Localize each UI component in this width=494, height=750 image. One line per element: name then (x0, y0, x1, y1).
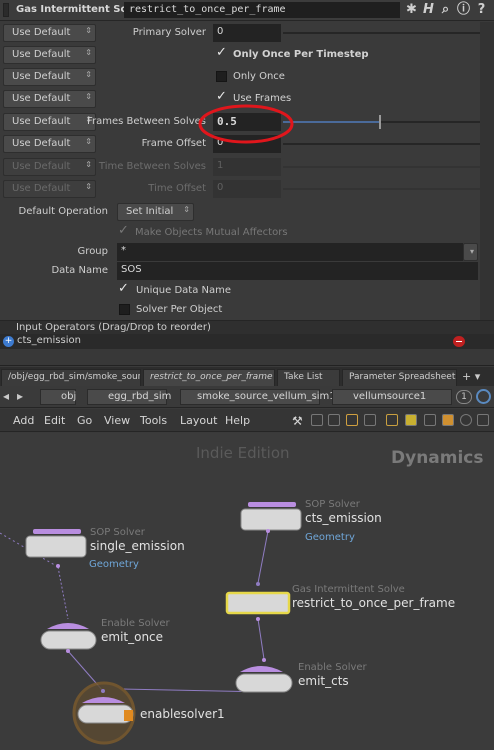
node-type-cts-emission: SOP Solver (305, 499, 360, 510)
menu-tools[interactable]: Tools (140, 414, 167, 427)
flag-icon[interactable] (442, 414, 454, 426)
node-flag (47, 623, 89, 629)
node-body (235, 673, 293, 693)
node-name-restrict[interactable]: restrict_to_once_per_frame (292, 596, 455, 610)
tab-take-list[interactable]: Take List (277, 369, 340, 386)
path-crumb-vellumsource[interactable]: vellumsource1 (332, 389, 452, 405)
menu-go[interactable]: Go (77, 414, 92, 427)
crumb-label: vellumsource1 (353, 391, 427, 402)
path-crumb-smoke-source[interactable]: smoke_source_vellum_sim1 (180, 389, 336, 405)
path-crumb-obj[interactable]: obj (40, 389, 76, 405)
add-tab-icon[interactable]: + ▾ (462, 370, 480, 383)
tab-parameters[interactable]: restrict_to_once_per_frame (143, 369, 275, 386)
crumb-label: obj (61, 391, 77, 402)
remove-icon[interactable] (453, 336, 465, 347)
node-name-emit-cts[interactable]: emit_cts (298, 674, 349, 688)
node-name-single-emission[interactable]: single_emission (90, 539, 185, 553)
node-body (25, 535, 87, 558)
crumb-label: egg_rbd_sim (108, 391, 172, 402)
node-flag (33, 529, 81, 534)
node-type-emit-cts: Enable Solver (298, 662, 367, 673)
palette-icon[interactable] (424, 414, 436, 426)
camera-icon[interactable] (477, 414, 489, 426)
input-dot (101, 689, 105, 693)
output-dot (66, 649, 70, 653)
menu-help[interactable]: Help (225, 414, 250, 427)
node-name-enablesolver1[interactable]: enablesolver1 (140, 707, 225, 721)
input-operators-title: Input Operators (Drag/Drop to reorder) (16, 322, 211, 333)
node-type-emit-once: Enable Solver (101, 618, 170, 629)
output-dot (266, 529, 270, 533)
output-dot (56, 564, 60, 568)
back-icon[interactable]: ◂ (3, 389, 9, 403)
path-crumb-egg-rbd-sim[interactable]: egg_rbd_sim (87, 389, 171, 405)
pane-tab-bar: /obj/egg_rbd_sim/smoke_sour... restrict_… (0, 367, 494, 386)
forward-icon[interactable]: ▸ (17, 389, 23, 403)
input-dot (256, 582, 260, 586)
node-comment-cts-emission: Geometry (305, 532, 355, 543)
network-wires (0, 502, 302, 745)
menu-edit[interactable]: Edit (44, 414, 65, 427)
output-dot (262, 658, 266, 662)
tab-label: Parameter Spreadsheet (349, 372, 456, 382)
add-icon[interactable]: + (3, 336, 14, 347)
wire-cts-emission-to-restrict (257, 530, 269, 584)
crumb-label: smoke_source_vellum_sim1 (197, 391, 336, 402)
desktop-number[interactable]: 1 (456, 390, 472, 404)
node-body (240, 508, 302, 531)
network-editor[interactable]: Indie Edition Dynamics SOP Solver single… (0, 433, 494, 750)
node-name-emit-once[interactable]: emit_once (101, 630, 163, 644)
input-operators-header: Input Operators (Drag/Drop to reorder) (0, 320, 494, 334)
wire-restrict-to-emit-cts (257, 618, 265, 660)
node-flag (240, 666, 283, 672)
path-bar: ◂ ▸ obj egg_rbd_sim smoke_source_vellum_… (0, 386, 494, 408)
visibility-icon[interactable] (460, 414, 472, 426)
menu-layout[interactable]: Layout (180, 414, 217, 427)
output-dot (256, 617, 260, 621)
pin-icon[interactable] (476, 389, 491, 404)
menu-add[interactable]: Add (13, 414, 34, 427)
menu-view[interactable]: View (104, 414, 130, 427)
node-body (40, 630, 97, 650)
display-flag (124, 710, 133, 721)
red-annotation-ellipse (198, 104, 294, 144)
node-comment-single-emission: Geometry (89, 559, 139, 570)
annotation-overlay (198, 104, 294, 144)
node-name-cts-emission[interactable]: cts_emission (305, 511, 382, 525)
network-menu-bar: Add Edit Go View Tools Layout Help ⚒ (0, 409, 494, 432)
wire-single-emission-to-emit-once (57, 566, 69, 620)
tab-label: restrict_to_once_per_frame (150, 372, 273, 382)
node-type-single-emission: SOP Solver (90, 527, 145, 538)
grid-view-icon[interactable] (346, 414, 358, 426)
tab-network-path[interactable]: /obj/egg_rbd_sim/smoke_sour... (1, 369, 141, 386)
node-type-restrict: Gas Intermittent Solve (292, 584, 405, 595)
input-operator-item[interactable]: + cts_emission (0, 334, 494, 349)
node-flag (248, 502, 296, 507)
layout-icon[interactable] (364, 414, 376, 426)
tab-label: Take List (284, 372, 323, 382)
tab-parameter-spreadsheet[interactable]: Parameter Spreadsheet (342, 369, 457, 386)
pane-splitter[interactable] (0, 349, 494, 366)
tab-label: /obj/egg_rbd_sim/smoke_sour... (8, 372, 141, 382)
node-body (225, 591, 291, 615)
wrench-icon[interactable]: ⚒ (292, 414, 303, 428)
input-operator-name: cts_emission (17, 335, 81, 346)
sticky-note-icon[interactable] (386, 414, 398, 426)
tree-view-icon[interactable] (311, 414, 323, 426)
note-icon[interactable] (405, 414, 417, 426)
list-view-icon[interactable] (328, 414, 340, 426)
